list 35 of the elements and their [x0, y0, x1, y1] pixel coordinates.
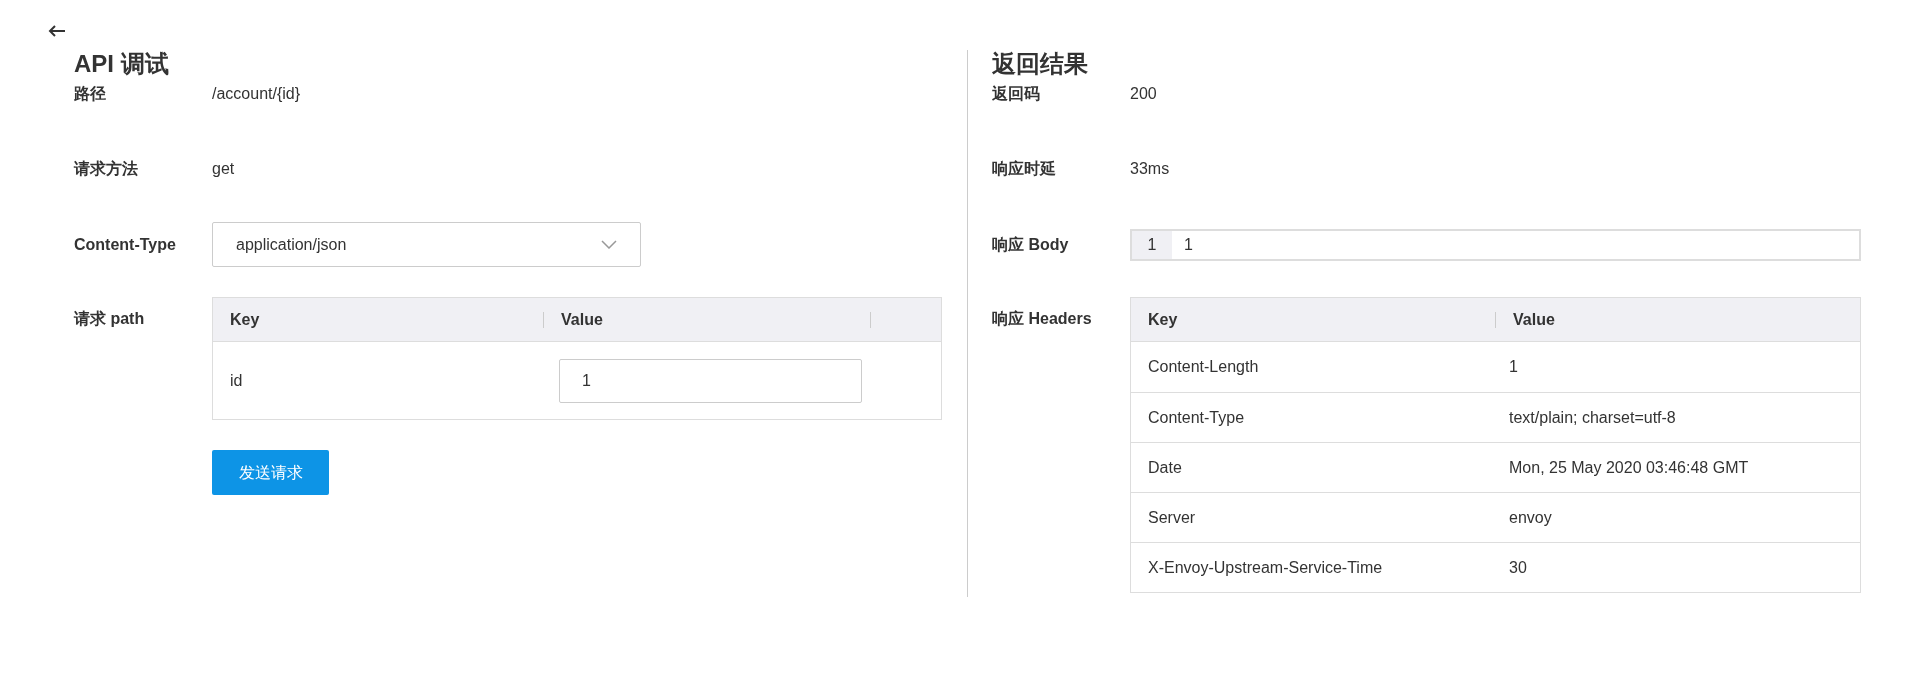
field-label: 路径	[74, 84, 107, 104]
field-value: get	[212, 159, 235, 179]
field-label: 响应 Headers	[992, 309, 1093, 329]
column-header: Key	[229, 309, 260, 330]
value-input[interactable]: 1	[559, 358, 862, 403]
line-number: 1	[1132, 230, 1172, 259]
code-line: 1	[1183, 234, 1193, 255]
field-label: 返回码	[992, 84, 1041, 104]
table-cell: envoy	[1509, 508, 1552, 526]
content-type-select[interactable]: application/json	[212, 222, 641, 267]
table-cell: Content-Length	[1148, 358, 1259, 375]
section-title: API 调试	[74, 49, 170, 79]
table-cell: 30	[1509, 558, 1527, 576]
field-value: 200	[1130, 84, 1157, 104]
table-cell: Date	[1148, 458, 1182, 476]
field-label: 请求 path	[74, 309, 146, 329]
column-header: Value	[560, 309, 603, 330]
column-header: Key	[1147, 309, 1178, 330]
table-cell: Mon, 25 May 2020 03:46:48 GMT	[1509, 458, 1749, 476]
table-cell: id	[230, 371, 243, 389]
chevron-down-icon	[601, 240, 617, 249]
section-title: 返回结果	[992, 49, 1089, 79]
field-label: 响应 Body	[992, 234, 1070, 255]
table-cell: Server	[1148, 508, 1196, 526]
column-header: Value	[1512, 309, 1555, 330]
table-cell: 1	[1509, 358, 1518, 375]
table-cell: X-Envoy-Upstream-Service-Time	[1148, 558, 1383, 576]
table-cell: text/plain; charset=utf-8	[1509, 408, 1676, 426]
table-cell: Content-Type	[1148, 408, 1245, 426]
field-value: 33ms	[1130, 159, 1170, 179]
field-label: 响应时延	[992, 159, 1057, 179]
field-value: /account/{id}	[212, 84, 301, 104]
field-label: 请求方法	[74, 159, 139, 179]
field-label: Content-Type	[74, 234, 177, 255]
back-arrow-icon[interactable]	[48, 24, 66, 38]
